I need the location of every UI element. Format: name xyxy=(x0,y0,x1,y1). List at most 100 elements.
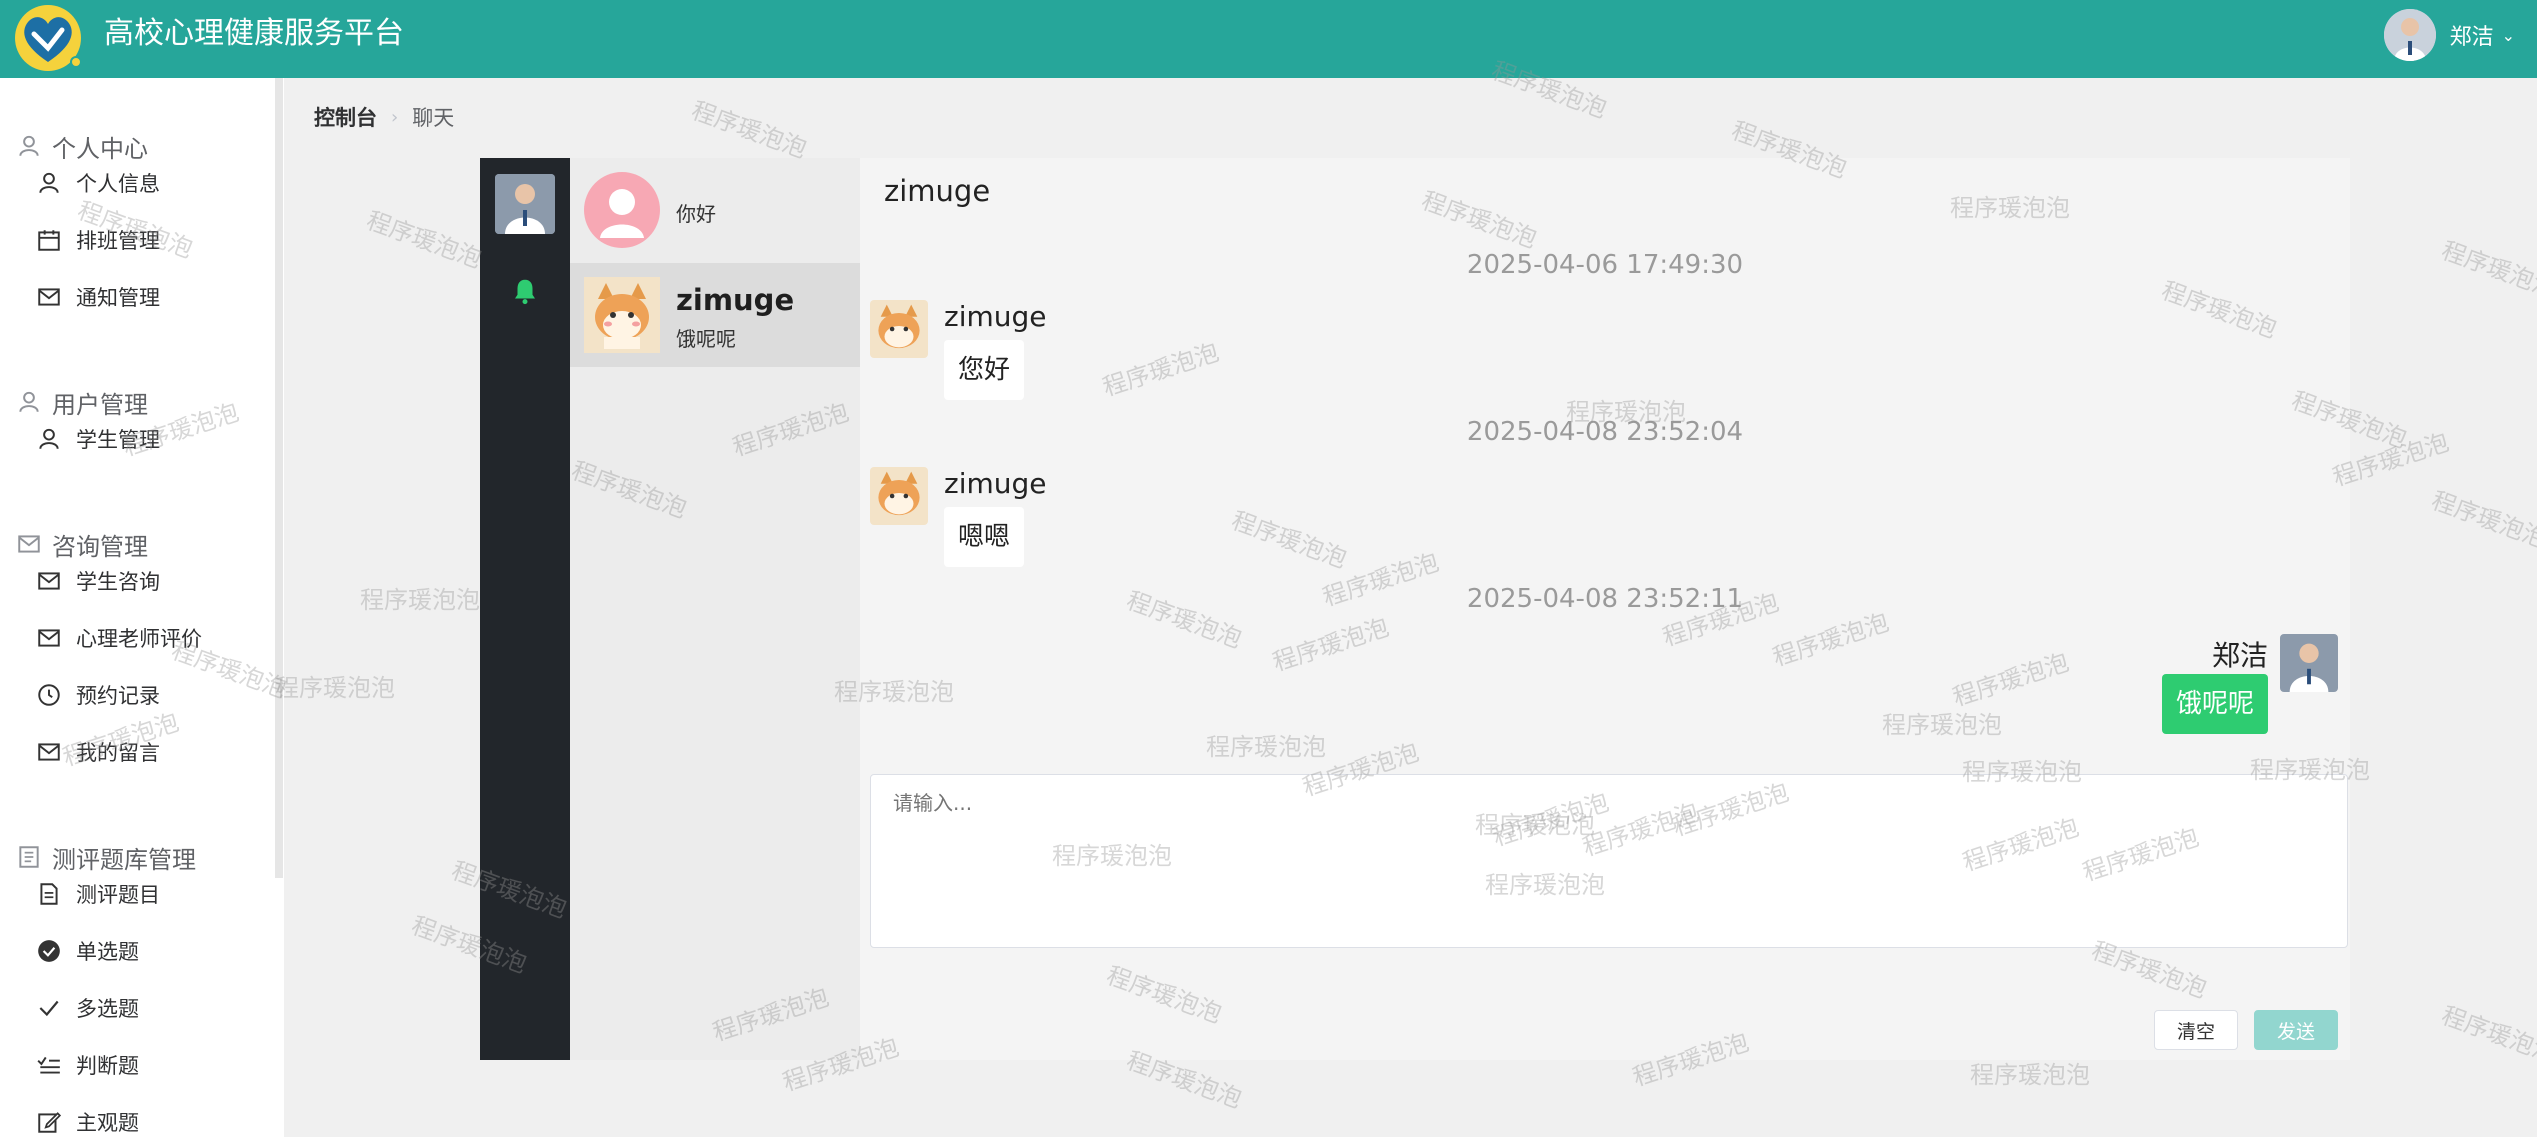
mail-icon xyxy=(38,288,60,306)
watermark-text: 程序瑗泡泡 xyxy=(2437,236,2537,304)
sidebar-item-schedule[interactable]: 排班管理 xyxy=(36,220,160,260)
user-icon xyxy=(39,428,59,450)
mail-icon xyxy=(38,572,60,590)
check-icon xyxy=(39,1000,59,1017)
message-timestamp: 2025-04-06 17:49:30 xyxy=(1466,250,1744,280)
sidebar-group-users[interactable]: 用户管理 xyxy=(16,384,148,420)
sidebar-item-questions[interactable]: 测评题目 xyxy=(36,874,160,914)
sidebar-item-appointments[interactable]: 预约记录 xyxy=(36,675,160,715)
sidebar-item-label: 学生咨询 xyxy=(76,570,160,594)
message-sender: zimuge xyxy=(944,300,1047,333)
user-name[interactable]: 郑洁 xyxy=(2450,19,2494,51)
avatar xyxy=(2280,634,2338,692)
chat-panel: 你好 zimuge 饿呢呢 zimuge 2025-04-06 17:49:30… xyxy=(480,158,2350,1060)
sidebar-item-my-messages[interactable]: 我的留言 xyxy=(36,732,160,772)
avatar xyxy=(870,300,928,358)
chevron-down-icon[interactable]: ⌄ xyxy=(2502,26,2515,45)
sidebar-item-teacher-review[interactable]: 心理老师评价 xyxy=(36,618,202,658)
send-button[interactable]: 发送 xyxy=(2254,1010,2338,1050)
list-check-icon xyxy=(37,1056,60,1074)
sidebar-group-label: 用户管理 xyxy=(52,390,148,419)
avatar[interactable] xyxy=(2383,9,2436,61)
shiba-avatar-icon xyxy=(870,467,928,525)
sidebar-item-single-choice[interactable]: 单选题 xyxy=(36,931,139,971)
clear-button[interactable]: 清空 xyxy=(2154,1010,2238,1050)
sidebar-item-label: 学生管理 xyxy=(76,428,160,452)
sidebar-item-label: 多选题 xyxy=(76,997,139,1021)
check-circle-icon xyxy=(38,940,60,962)
chat-title: zimuge xyxy=(884,174,991,208)
sidebar-item-label: 我的留言 xyxy=(76,741,160,765)
message-timestamp: 2025-04-08 23:52:04 xyxy=(1466,417,1744,447)
top-header: 高校心理健康服务平台 郑洁 ⌄ xyxy=(0,0,2537,78)
watermark-text: 程序瑗泡泡 xyxy=(2437,1001,2537,1069)
watermark-text: 程序瑗泡泡 xyxy=(360,586,480,614)
sidebar-item-subjective[interactable]: 主观题 xyxy=(36,1102,139,1137)
watermark-text: 程序瑗泡泡 xyxy=(687,96,811,164)
avatar xyxy=(870,467,928,525)
sidebar-item-label: 心理老师评价 xyxy=(76,627,202,651)
sidebar-group-label: 个人中心 xyxy=(52,134,148,163)
sidebar-item-label: 测评题目 xyxy=(76,883,160,907)
sidebar-item-student-consult[interactable]: 学生咨询 xyxy=(36,561,160,601)
breadcrumb-root[interactable]: 控制台 xyxy=(314,102,377,132)
chevron-right-icon: › xyxy=(391,106,399,128)
message-sender: 郑洁 xyxy=(2211,639,2268,672)
doctor-avatar-icon xyxy=(2383,9,2436,61)
sidebar-item-students[interactable]: 学生管理 xyxy=(36,419,160,459)
sidebar: 个人中心 个人信息 排班管理 通知管理 用户管理 学生管理 咨询管理 学生咨询 … xyxy=(0,78,284,1137)
breadcrumb-current: 聊天 xyxy=(412,106,455,130)
sidebar-group-assessment[interactable]: 测评题库管理 xyxy=(16,839,196,875)
conversation-name: zimuge xyxy=(676,283,795,317)
watermark-text: 程序瑗泡泡 xyxy=(362,206,486,274)
user-icon xyxy=(39,172,59,194)
pink-default-avatar-icon xyxy=(584,172,660,248)
message-bubble: 您好 xyxy=(944,340,1025,400)
sidebar-group-personal[interactable]: 个人中心 xyxy=(16,128,148,164)
sidebar-item-notifications[interactable]: 通知管理 xyxy=(36,277,160,317)
sidebar-group-label: 测评题库管理 xyxy=(52,845,196,874)
sidebar-group-consult[interactable]: 咨询管理 xyxy=(16,526,148,562)
conversation-item[interactable]: zimuge 饿呢呢 xyxy=(570,263,860,367)
user-icon xyxy=(19,391,39,413)
watermark-text: 程序瑗泡泡 xyxy=(275,674,395,702)
edit-icon xyxy=(38,1112,62,1133)
calendar-icon xyxy=(38,230,60,251)
watermark-text: 程序瑗泡泡 xyxy=(2427,486,2537,554)
user-menu[interactable]: 郑洁 ⌄ xyxy=(2383,7,2515,63)
conversation-list: 你好 zimuge 饿呢呢 xyxy=(570,158,860,1060)
mail-icon xyxy=(18,535,40,553)
message-input[interactable] xyxy=(870,774,2348,948)
chat-nav-strip xyxy=(480,158,570,1060)
shiba-avatar-icon xyxy=(870,300,928,358)
clock-icon xyxy=(38,684,60,706)
watermark-text: 程序瑗泡泡 xyxy=(1970,1061,2090,1089)
chat-main: zimuge 2025-04-06 17:49:30 zimuge 您好 202… xyxy=(860,158,2350,1060)
avatar[interactable] xyxy=(495,174,555,234)
shiba-avatar-icon xyxy=(584,277,660,353)
message-sender: zimuge xyxy=(944,467,1047,500)
conversation-last-message: 饿呢呢 xyxy=(676,327,736,351)
sidebar-item-multi-choice[interactable]: 多选题 xyxy=(36,988,139,1028)
avatar xyxy=(584,172,660,248)
document-icon xyxy=(19,846,39,868)
message-bubble: 饿呢呢 xyxy=(2161,674,2268,734)
sidebar-item-true-false[interactable]: 判断题 xyxy=(36,1045,139,1085)
sidebar-item-label: 预约记录 xyxy=(76,684,160,708)
conversation-item[interactable]: 你好 xyxy=(570,158,860,262)
doctor-avatar-icon xyxy=(495,174,555,234)
message-bubble: 嗯嗯 xyxy=(944,507,1025,567)
document-icon xyxy=(40,883,58,905)
mail-icon xyxy=(38,743,60,761)
sidebar-scrollbar[interactable] xyxy=(275,78,283,878)
bell-icon[interactable] xyxy=(510,276,540,306)
sidebar-item-personal-info[interactable]: 个人信息 xyxy=(36,163,160,203)
user-icon xyxy=(19,135,39,157)
sidebar-item-label: 单选题 xyxy=(76,940,139,964)
message-timestamp: 2025-04-08 23:52:11 xyxy=(1466,584,1744,614)
sidebar-item-label: 主观题 xyxy=(76,1111,139,1135)
conversation-last-message: 你好 xyxy=(676,202,716,226)
avatar xyxy=(584,277,660,353)
sidebar-item-label: 通知管理 xyxy=(76,286,160,310)
sidebar-item-label: 排班管理 xyxy=(76,229,160,253)
